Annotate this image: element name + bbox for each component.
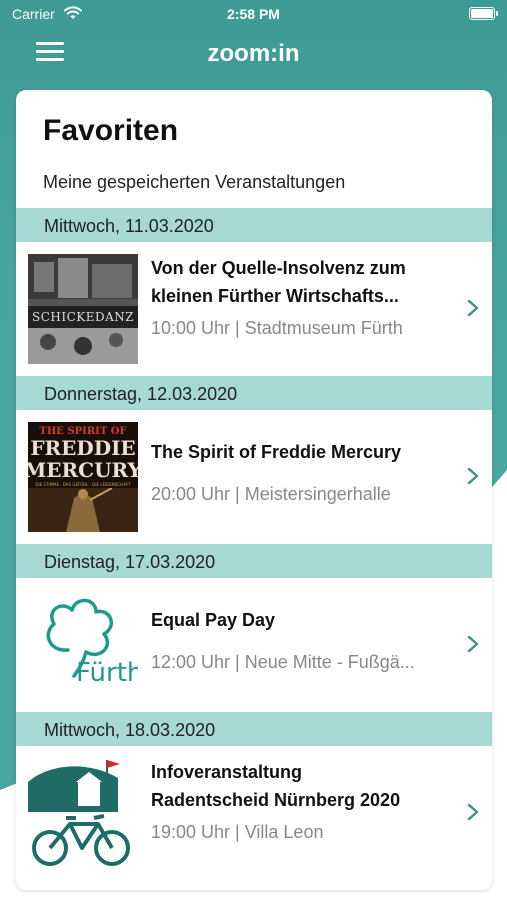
chevron-right-icon <box>467 803 479 821</box>
thumbnail-text: Fürth <box>76 658 138 688</box>
app-title: zoom:in <box>207 40 300 67</box>
section-date: Mittwoch, 11.03.2020 <box>44 216 214 236</box>
event-row[interactable]: Fürth Equal Pay Day 12:00 Uhr | Neue Mit… <box>16 578 492 712</box>
chevron-right-icon <box>467 635 479 653</box>
event-thumbnail: SCHICKEDANZ <box>28 254 138 364</box>
section-header: Donnerstag, 12.03.2020 <box>16 376 492 410</box>
navigation-bar: zoom:in <box>0 28 507 80</box>
favorites-card: Favoriten Meine gespeicherten Veranstalt… <box>16 90 492 890</box>
status-bar: Carrier 2:58 PM <box>0 0 507 28</box>
event-thumbnail: THE SPIRIT OF FREDDIE MERCURY DIE STIMME… <box>28 422 138 532</box>
clock: 2:58 PM <box>227 6 280 22</box>
page-subtitle: Meine gespeicherten Veranstaltungen <box>43 172 346 192</box>
section-date: Mittwoch, 18.03.2020 <box>44 720 216 740</box>
event-thumbnail: Fürth <box>28 590 138 700</box>
event-title-line: Infoveranstaltung <box>151 762 303 782</box>
event-thumbnail <box>28 758 138 868</box>
event-row[interactable]: THE SPIRIT OF FREDDIE MERCURY DIE STIMME… <box>16 410 492 544</box>
thumbnail-text: SCHICKEDANZ <box>32 310 135 324</box>
event-title: Von der Quelle-Insolvenz zum kleinen Für… <box>151 254 452 310</box>
thumbnail-text: FREDDIE <box>30 436 136 460</box>
thumbnail-text: MERCURY <box>28 458 138 482</box>
chevron-right-icon <box>467 467 479 485</box>
section-header: Dienstag, 17.03.2020 <box>16 544 492 578</box>
event-meta: 10:00 Uhr | Stadtmuseum Fürth <box>151 318 403 338</box>
thumbnail-text: DIE STIMME · DAS GEFÜHL · DIE LEIDENSCHA… <box>35 482 131 487</box>
event-title-line: Radentscheid Nürnberg 2020 <box>151 790 401 810</box>
section-header: Mittwoch, 18.03.2020 <box>16 712 492 746</box>
event-title-line: Von der Quelle-Insolvenz zum <box>151 258 406 278</box>
section-date: Donnerstag, 12.03.2020 <box>44 384 238 404</box>
event-title: The Spirit of Freddie Mercury <box>151 438 452 466</box>
chevron-right-icon <box>467 299 479 317</box>
event-title-line: Equal Pay Day <box>151 610 276 630</box>
event-meta: 20:00 Uhr | Meistersingerhalle <box>151 484 391 504</box>
section-header: Mittwoch, 11.03.2020 <box>16 208 492 242</box>
event-title: Equal Pay Day <box>151 606 452 634</box>
event-title-line: kleinen Fürther Wirtschafts... <box>151 286 399 306</box>
battery-icon <box>469 7 498 20</box>
page-title: Favoriten <box>43 114 179 147</box>
event-meta: 12:00 Uhr | Neue Mitte - Fußgä... <box>151 652 415 672</box>
event-row[interactable]: SCHICKEDANZ Von der Quelle-Insolvenz zum… <box>16 242 492 376</box>
event-row[interactable]: Infoveranstaltung Radentscheid Nürnberg … <box>16 746 492 880</box>
section-date: Dienstag, 17.03.2020 <box>44 552 216 572</box>
event-title: Infoveranstaltung Radentscheid Nürnberg … <box>151 758 452 814</box>
event-meta: 19:00 Uhr | Villa Leon <box>151 822 324 842</box>
event-title-line: The Spirit of Freddie Mercury <box>151 442 402 462</box>
